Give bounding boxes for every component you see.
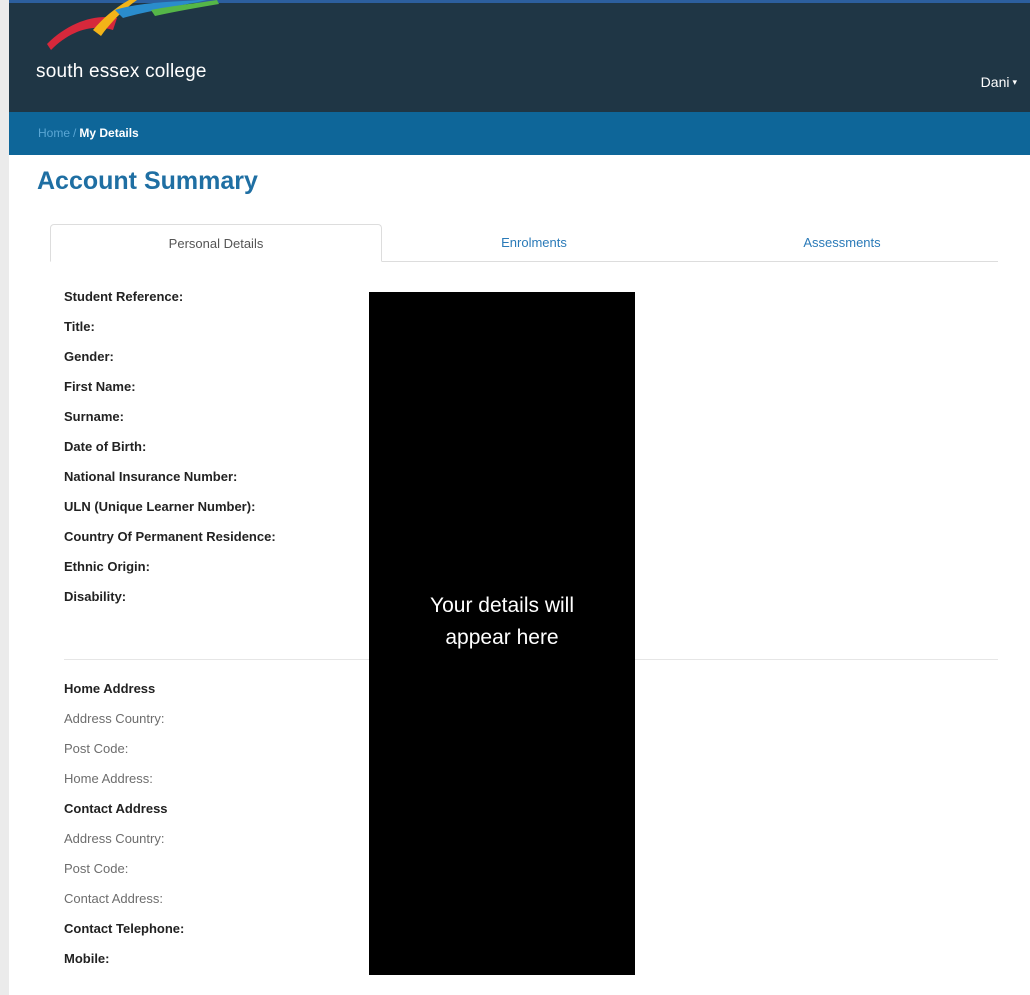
- field-label-mobile: Mobile:: [64, 951, 110, 966]
- college-logo-icon: [47, 0, 219, 50]
- caret-down-icon: ▾: [1012, 77, 1017, 87]
- field-label-contact-address-country: Address Country:: [64, 831, 165, 846]
- breadcrumb-home-link[interactable]: Home: [38, 126, 70, 140]
- field-label-contact-address: Contact Address:: [64, 891, 163, 906]
- field-label-home-address-country: Address Country:: [64, 711, 165, 726]
- breadcrumb-current: My Details: [79, 126, 139, 140]
- field-label-date-of-birth: Date of Birth:: [64, 439, 147, 454]
- page-title: Account Summary: [37, 167, 258, 195]
- tab-enrolments[interactable]: Enrolments: [382, 224, 686, 262]
- user-name: Dani: [980, 74, 1010, 90]
- field-label-ethnic-origin: Ethnic Origin:: [64, 559, 150, 574]
- field-label-national-insurance: National Insurance Number:: [64, 469, 238, 484]
- field-label-home-address: Home Address:: [64, 771, 153, 786]
- tab-personal-details[interactable]: Personal Details: [50, 224, 382, 262]
- field-label-gender: Gender:: [64, 349, 114, 364]
- field-label-student-reference: Student Reference:: [64, 289, 184, 304]
- breadcrumb: Home / My Details: [9, 112, 1030, 155]
- user-menu[interactable]: Dani ▾: [981, 74, 1017, 90]
- field-label-surname: Surname:: [64, 409, 124, 424]
- field-label-contact-telephone: Contact Telephone:: [64, 921, 185, 936]
- contact-address-heading: Contact Address: [64, 801, 168, 816]
- field-label-home-post-code: Post Code:: [64, 741, 129, 756]
- field-label-first-name: First Name:: [64, 379, 136, 394]
- field-label-title: Title:: [64, 319, 95, 334]
- breadcrumb-separator: /: [73, 126, 77, 140]
- overlay-message: Your details will appear here: [369, 590, 635, 654]
- field-label-uln: ULN (Unique Learner Number):: [64, 499, 256, 514]
- details-redaction-overlay: Your details will appear here: [369, 292, 635, 975]
- page-left-edge: [0, 0, 9, 995]
- overlay-message-line1: Your details will: [430, 594, 574, 617]
- field-label-disability: Disability:: [64, 589, 127, 604]
- field-label-country-residence: Country Of Permanent Residence:: [64, 529, 276, 544]
- site-header: south essex college Dani ▾: [9, 0, 1030, 112]
- tab-assessments[interactable]: Assessments: [686, 224, 998, 262]
- field-label-contact-post-code: Post Code:: [64, 861, 129, 876]
- home-address-heading: Home Address: [64, 681, 156, 696]
- account-tabs: Personal Details Enrolments Assessments: [50, 224, 998, 262]
- overlay-message-line2: appear here: [445, 626, 559, 649]
- college-logo-text: south essex college: [36, 61, 207, 82]
